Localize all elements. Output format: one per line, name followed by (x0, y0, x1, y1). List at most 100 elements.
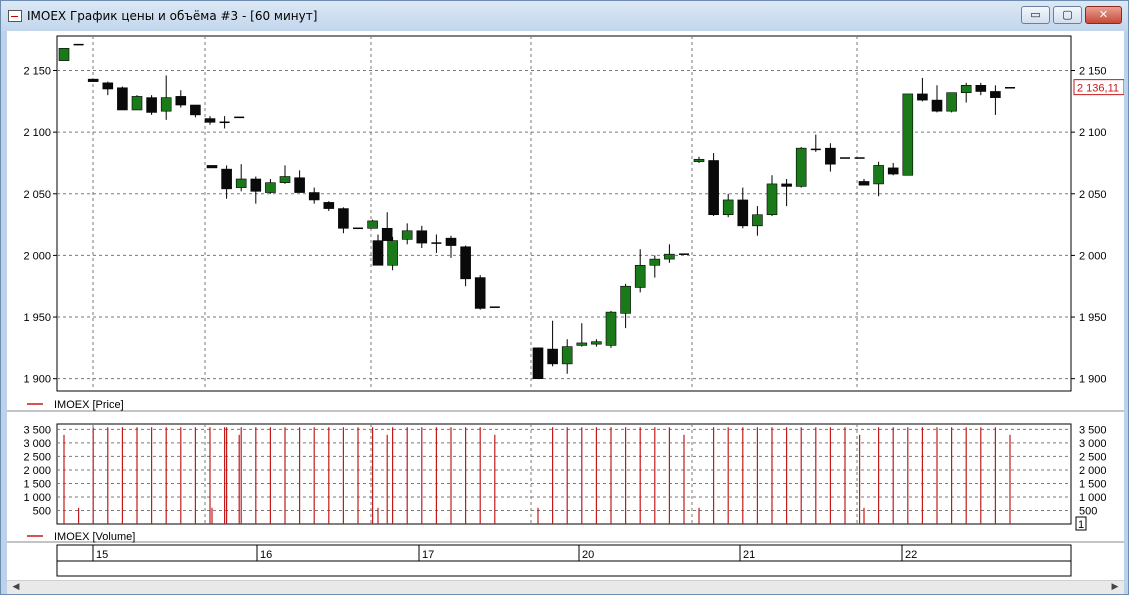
candle-body (160, 97, 172, 112)
candle-body (737, 199, 749, 227)
candle-body (190, 104, 201, 116)
date-axis-label: 22 (905, 549, 917, 561)
volume-axis-label-right: 3 000 (1079, 438, 1107, 450)
price-volume-chart[interactable]: 1 900 1 900 1 950 1 950 2 000 2 000 2 050 2 050… (7, 31, 1124, 580)
date-axis-label: 16 (260, 549, 272, 561)
chart-window: IMOEX График цены и объёма #3 - [60 мину… (0, 0, 1129, 595)
candle-body (975, 85, 987, 92)
candle-body (825, 147, 836, 165)
candle-body (532, 347, 544, 379)
volume-axis-label-left: 2 500 (23, 451, 51, 463)
candle-body (117, 87, 128, 111)
volume-axis-label-left: 2 000 (23, 465, 51, 477)
price-axis-label-right: 2 100 (1079, 127, 1107, 139)
window-title: IMOEX График цены и объёма #3 - [60 мину… (27, 9, 318, 23)
volume-legend-label: IMOEX [Volume] (54, 531, 135, 543)
candle-body (221, 168, 232, 190)
price-axis-label-left: 2 050 (23, 189, 51, 201)
candle-body (235, 178, 247, 188)
candle-body (146, 97, 157, 113)
scroll-left-arrow-icon[interactable]: ◀ (9, 581, 23, 594)
candle-body (781, 183, 792, 187)
candle-body (547, 348, 558, 365)
candle-body (265, 182, 276, 193)
volume-marker-label: 1 (1078, 519, 1084, 531)
candle-body (308, 192, 320, 201)
last-price-label: 2 136,11 (1077, 83, 1119, 95)
candle-body (917, 93, 928, 101)
price-axis-label-left: 2 100 (23, 127, 51, 139)
candle-body (58, 48, 70, 61)
date-axis-label: 20 (582, 549, 594, 561)
price-axis-label-right: 1 900 (1079, 374, 1107, 386)
candle-body (387, 240, 398, 266)
candle-body (250, 178, 262, 192)
candle-body (416, 230, 428, 244)
volume-axis-label-right: 2 000 (1079, 465, 1107, 477)
candle-body (649, 258, 661, 266)
volume-axis-label-left: 3 500 (23, 424, 51, 436)
title-bar[interactable]: IMOEX График цены и объёма #3 - [60 мину… (1, 1, 1128, 31)
price-legend-label: IMOEX [Price] (54, 399, 124, 411)
candle-body (474, 277, 486, 309)
price-axis-label-right: 1 950 (1079, 312, 1107, 324)
candle-body (752, 214, 763, 227)
volume-axis-label-right: 1 000 (1079, 492, 1107, 504)
candle-body (620, 285, 631, 314)
chart-window-icon[interactable] (8, 10, 22, 22)
minimize-button[interactable]: ▭ (1021, 6, 1050, 24)
volume-axis-label-right: 2 500 (1079, 451, 1107, 463)
price-pane-frame (56, 35, 1072, 392)
candle-body (175, 96, 187, 106)
price-axis-label-left: 2 000 (23, 250, 51, 262)
volume-axis-label-right: 1 500 (1079, 478, 1107, 490)
candle-body (204, 118, 216, 123)
scroll-right-arrow-icon[interactable]: ▶ (1108, 581, 1122, 594)
price-axis-label-right: 2 000 (1079, 250, 1107, 262)
candle-body (931, 99, 943, 112)
chart-client-area[interactable]: 1 900 1 900 1 950 1 950 2 000 2 000 2 050 2 050… (7, 31, 1124, 594)
candle-body (902, 93, 914, 176)
candle-body (206, 165, 218, 169)
candle-body (561, 346, 573, 365)
candle-body (873, 165, 884, 185)
close-button[interactable]: ✕ (1085, 6, 1122, 24)
horizontal-scrollbar[interactable]: ◀ ▶ (7, 580, 1124, 594)
price-axis-label-right: 2 050 (1079, 189, 1107, 201)
candle-body (323, 202, 335, 209)
candle-body (708, 160, 719, 216)
candle-body (294, 177, 305, 193)
volume-axis-label-left: 1 000 (23, 492, 51, 504)
date-axis-label: 17 (422, 549, 434, 561)
candle-body (445, 237, 457, 246)
volume-pane-frame (56, 423, 1072, 525)
volume-axis-label-left: 500 (33, 505, 51, 517)
maximize-button[interactable]: ▢ (1053, 6, 1082, 24)
candle-body (367, 220, 378, 229)
volume-axis-label-right: 3 500 (1079, 424, 1107, 436)
candle-body (946, 92, 957, 112)
volume-axis-label-left: 1 500 (23, 478, 51, 490)
candle-body (766, 183, 778, 216)
candle-body (102, 82, 114, 90)
candle-body (887, 167, 899, 175)
candle-body (634, 264, 646, 288)
price-axis-label-left: 2 150 (23, 66, 51, 78)
price-axis-label-left: 1 950 (23, 312, 51, 324)
candle-body (460, 246, 471, 280)
candle-body (338, 208, 349, 229)
date-axis-label: 15 (96, 549, 108, 561)
date-axis-label: 21 (743, 549, 755, 561)
candle-body (858, 181, 870, 186)
candle-body (401, 230, 413, 240)
volume-axis-label-right: 500 (1079, 505, 1097, 517)
candle-body (795, 147, 807, 187)
candle-body (131, 96, 143, 111)
volume-axis-label-left: 3 000 (23, 438, 51, 450)
candle-body (990, 91, 1001, 98)
price-axis-label-right: 2 150 (1079, 66, 1107, 78)
candle-body (372, 240, 384, 266)
candle-body (576, 342, 588, 346)
candle-body (87, 78, 99, 82)
candle-body (664, 253, 675, 260)
